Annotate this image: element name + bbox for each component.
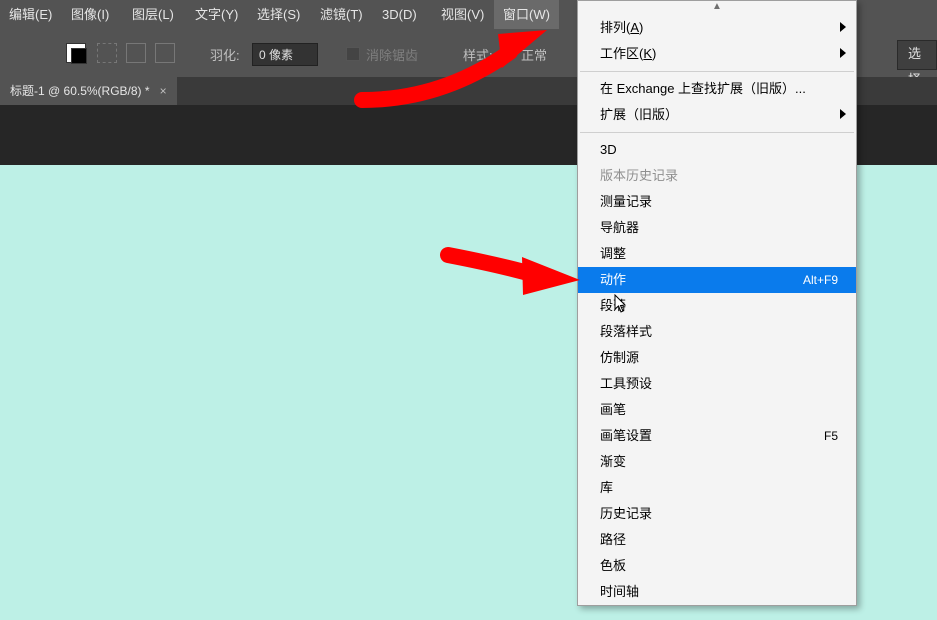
menu-item: 版本历史记录 bbox=[578, 163, 856, 189]
document-tab[interactable]: 标题-1 @ 60.5%(RGB/8) * × bbox=[0, 77, 177, 105]
menu-shortcut: Alt+F9 bbox=[803, 267, 838, 293]
menu-item[interactable]: 仿制源 bbox=[578, 345, 856, 371]
menu-item[interactable]: 段落 bbox=[578, 293, 856, 319]
menu-item[interactable]: 画笔设置F5 bbox=[578, 423, 856, 449]
menu-item[interactable]: 排列(A) bbox=[578, 15, 856, 41]
menu-window[interactable]: 窗口(W) bbox=[494, 0, 559, 29]
menu-item[interactable]: 画笔 bbox=[578, 397, 856, 423]
mode-sub-selection[interactable] bbox=[155, 43, 175, 63]
menu-item[interactable]: 工具预设 bbox=[578, 371, 856, 397]
swatch-bg[interactable] bbox=[71, 48, 87, 64]
document-tab-title: 标题-1 @ 60.5%(RGB/8) * bbox=[10, 77, 150, 105]
menu-item[interactable]: 库 bbox=[578, 475, 856, 501]
select-button[interactable]: 选择 bbox=[897, 40, 937, 70]
menu-view[interactable]: 视图(V) bbox=[432, 0, 493, 29]
menu-item[interactable]: 导航器 bbox=[578, 215, 856, 241]
menu-separator bbox=[580, 132, 854, 133]
style-value[interactable]: 正常 bbox=[521, 45, 547, 64]
menu-item[interactable]: 渐变 bbox=[578, 449, 856, 475]
window-dropdown: ▲ 排列(A)工作区(K) 在 Exchange 上查找扩展（旧版）...扩展（旧… bbox=[577, 0, 857, 606]
style-label: 样式: bbox=[463, 45, 493, 64]
menu-item[interactable]: 工作区(K) bbox=[578, 41, 856, 67]
menu-edit[interactable]: 编辑(E) bbox=[0, 0, 61, 29]
menu-item[interactable]: 调整 bbox=[578, 241, 856, 267]
menu-filter[interactable]: 滤镜(T) bbox=[311, 0, 372, 29]
mode-add-selection[interactable] bbox=[126, 43, 146, 63]
menu-separator bbox=[580, 71, 854, 72]
menu-item[interactable]: 测量记录 bbox=[578, 189, 856, 215]
menu-type[interactable]: 文字(Y) bbox=[186, 0, 247, 29]
dropdown-scroll-up[interactable]: ▲ bbox=[578, 1, 856, 15]
menu-3d[interactable]: 3D(D) bbox=[373, 0, 426, 29]
menu-item[interactable]: 历史记录 bbox=[578, 501, 856, 527]
mode-new-selection[interactable] bbox=[97, 43, 117, 63]
feather-label: 羽化: bbox=[210, 45, 240, 64]
menu-shortcut: F5 bbox=[824, 423, 838, 449]
feather-input[interactable]: 0 像素 bbox=[252, 43, 318, 66]
antialias-label: 消除锯齿 bbox=[366, 45, 418, 64]
menu-layer[interactable]: 图层(L) bbox=[123, 0, 183, 29]
menu-item[interactable]: 色板 bbox=[578, 553, 856, 579]
submenu-arrow-icon bbox=[840, 48, 846, 58]
menu-select[interactable]: 选择(S) bbox=[248, 0, 309, 29]
submenu-arrow-icon bbox=[840, 22, 846, 32]
menu-item[interactable]: 在 Exchange 上查找扩展（旧版）... bbox=[578, 76, 856, 102]
menu-item[interactable]: 路径 bbox=[578, 527, 856, 553]
menu-item[interactable]: 时间轴 bbox=[578, 579, 856, 605]
antialias-checkbox[interactable] bbox=[346, 47, 360, 61]
menu-item[interactable]: 动作Alt+F9 bbox=[578, 267, 856, 293]
menu-item[interactable]: 段落样式 bbox=[578, 319, 856, 345]
submenu-arrow-icon bbox=[840, 109, 846, 119]
menu-image[interactable]: 图像(I) bbox=[62, 0, 118, 29]
menu-item[interactable]: 3D bbox=[578, 137, 856, 163]
menu-item[interactable]: 扩展（旧版） bbox=[578, 102, 856, 128]
close-icon[interactable]: × bbox=[160, 77, 167, 105]
